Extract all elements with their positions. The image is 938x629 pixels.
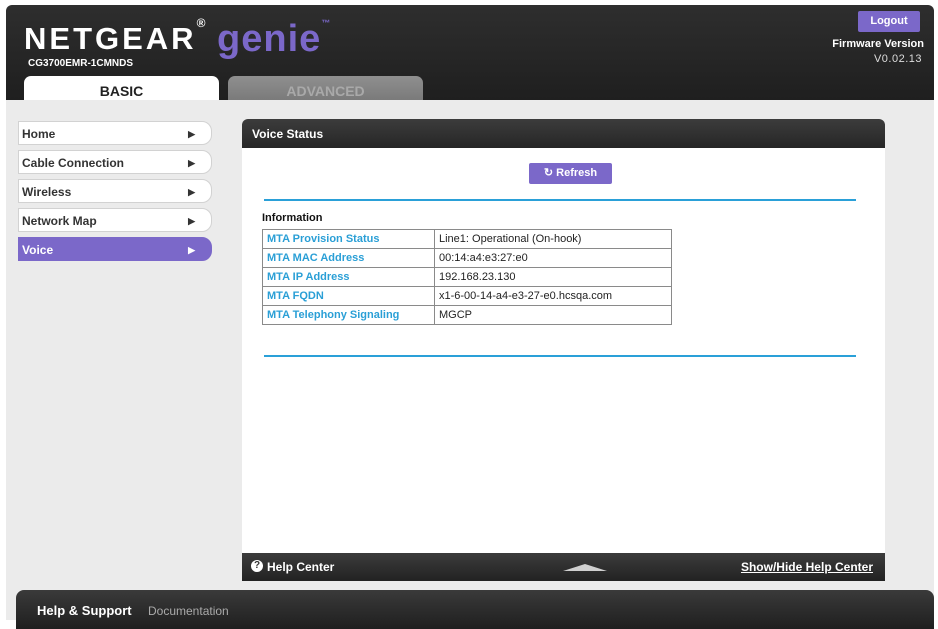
section-title: Information bbox=[262, 212, 323, 224]
table-row: MTA IP Address 192.168.23.130 bbox=[262, 267, 672, 287]
show-hide-help-link[interactable]: Show/Hide Help Center bbox=[741, 560, 873, 574]
content-panel: Voice Status ↻ Refresh Information MTA P… bbox=[242, 119, 885, 581]
sidebar-item-home[interactable]: Home ▶ bbox=[18, 121, 212, 145]
arrow-right-icon: ▶ bbox=[188, 216, 195, 226]
row-value: 00:14:a4:e3:27:e0 bbox=[434, 248, 672, 268]
help-center-bar: ? Help Center Show/Hide Help Center bbox=[242, 553, 885, 581]
brand-text: NETGEAR bbox=[24, 21, 197, 56]
genie-logo: genie™ bbox=[217, 18, 330, 60]
arrow-right-icon: ▶ bbox=[188, 129, 195, 139]
divider bbox=[264, 199, 856, 201]
table-row: MTA FQDN x1-6-00-14-a4-e3-27-e0.hcsqa.co… bbox=[262, 286, 672, 306]
firmware-label: Firmware Version bbox=[832, 38, 924, 50]
sidebar-item-wireless[interactable]: Wireless ▶ bbox=[18, 179, 212, 203]
help-icon: ? bbox=[251, 560, 263, 572]
sidebar-item-label: Wireless bbox=[22, 185, 72, 199]
arrow-right-icon: ▶ bbox=[188, 245, 195, 255]
refresh-icon: ↻ bbox=[543, 167, 554, 179]
body-panel: Home ▶ Cable Connection ▶ Wireless ▶ Net… bbox=[6, 100, 934, 620]
sidebar-item-cable-connection[interactable]: Cable Connection ▶ bbox=[18, 150, 212, 174]
genie-text: genie bbox=[217, 18, 322, 60]
page-title: Voice Status bbox=[242, 119, 885, 148]
row-key: MTA IP Address bbox=[262, 267, 435, 287]
model-name: CG3700EMR-1CMNDS bbox=[28, 58, 134, 69]
row-key: MTA Telephony Signaling bbox=[262, 305, 435, 325]
refresh-label: Refresh bbox=[556, 167, 598, 179]
documentation-link[interactable]: Documentation bbox=[148, 604, 229, 618]
row-key: MTA FQDN bbox=[262, 286, 435, 306]
help-center-label: Help Center bbox=[267, 560, 335, 574]
trademark-mark: ™ bbox=[321, 18, 331, 28]
firmware-version: V0.02.13 bbox=[873, 53, 922, 65]
help-support-title: Help & Support bbox=[37, 603, 132, 618]
info-table: MTA Provision Status Line1: Operational … bbox=[262, 229, 672, 325]
footer: Help & Support Documentation bbox=[16, 590, 934, 629]
row-value: Line1: Operational (On-hook) bbox=[434, 229, 672, 249]
divider bbox=[264, 355, 856, 357]
table-row: MTA MAC Address 00:14:a4:e3:27:e0 bbox=[262, 248, 672, 268]
sidebar-item-label: Network Map bbox=[22, 214, 97, 228]
expand-arrow-icon[interactable] bbox=[563, 564, 607, 571]
sidebar-item-voice[interactable]: Voice ▶ bbox=[18, 237, 212, 261]
header: NETGEAR® genie™ CG3700EMR-1CMNDS BASIC A… bbox=[6, 5, 934, 105]
row-value: x1-6-00-14-a4-e3-27-e0.hcsqa.com bbox=[434, 286, 672, 306]
table-row: MTA Provision Status Line1: Operational … bbox=[262, 229, 672, 249]
netgear-logo: NETGEAR® genie™ bbox=[24, 16, 330, 60]
sidebar-item-network-map[interactable]: Network Map ▶ bbox=[18, 208, 212, 232]
sidebar-item-label: Cable Connection bbox=[22, 156, 125, 170]
table-row: MTA Telephony Signaling MGCP bbox=[262, 305, 672, 325]
logout-button[interactable]: Logout bbox=[858, 11, 920, 32]
row-key: MTA Provision Status bbox=[262, 229, 435, 249]
row-value: 192.168.23.130 bbox=[434, 267, 672, 287]
registered-mark: ® bbox=[196, 16, 206, 30]
row-key: MTA MAC Address bbox=[262, 248, 435, 268]
row-value: MGCP bbox=[434, 305, 672, 325]
sidebar-item-label: Voice bbox=[22, 243, 54, 257]
arrow-right-icon: ▶ bbox=[188, 187, 195, 197]
sidebar-item-label: Home bbox=[22, 127, 56, 141]
arrow-right-icon: ▶ bbox=[188, 158, 195, 168]
refresh-button[interactable]: ↻ Refresh bbox=[529, 163, 612, 184]
